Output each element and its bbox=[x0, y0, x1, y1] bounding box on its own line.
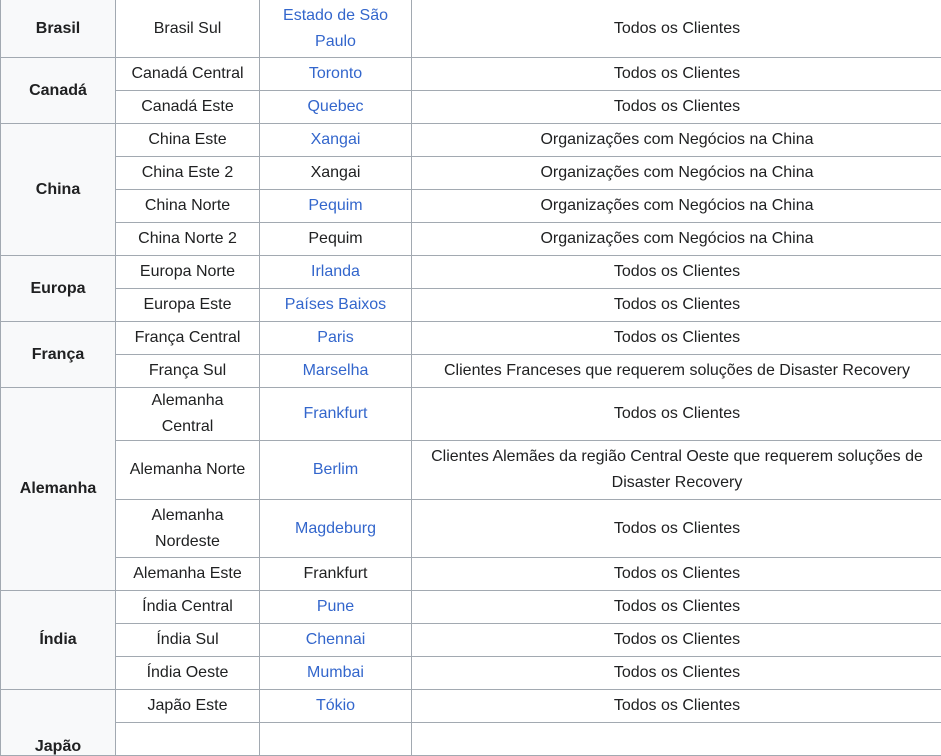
country-cell: Canadá bbox=[1, 58, 116, 124]
region-cell: Canadá Central bbox=[116, 58, 260, 91]
table-row bbox=[1, 723, 941, 756]
availability-cell: Todos os Clientes bbox=[412, 322, 941, 355]
availability-cell: Organizações com Negócios na China bbox=[412, 124, 941, 157]
table-row: Alemanha Norte Berlim Clientes Alemães d… bbox=[1, 441, 941, 500]
table-row: China Este 2 Xangai Organizações com Neg… bbox=[1, 157, 941, 190]
location-link[interactable]: Estado de São Paulo bbox=[260, 0, 412, 58]
country-cell: Índia bbox=[1, 591, 116, 690]
table-row: China Norte Pequim Organizações com Negó… bbox=[1, 190, 941, 223]
country-cell: Japão bbox=[1, 690, 116, 756]
location-cell bbox=[260, 723, 412, 756]
table-row: Europa Europa Norte Irlanda Todos os Cli… bbox=[1, 256, 941, 289]
availability-cell: Todos os Clientes bbox=[412, 558, 941, 591]
region-cell: Alemanha Central bbox=[116, 388, 260, 441]
location-link[interactable]: Chennai bbox=[260, 624, 412, 657]
availability-cell: Todos os Clientes bbox=[412, 657, 941, 690]
availability-cell: Organizações com Negócios na China bbox=[412, 157, 941, 190]
table-row: Europa Este Países Baixos Todos os Clien… bbox=[1, 289, 941, 322]
location-link[interactable]: Paris bbox=[260, 322, 412, 355]
location-link[interactable]: Xangai bbox=[260, 124, 412, 157]
country-cell: China bbox=[1, 124, 116, 256]
location-cell: Frankfurt bbox=[260, 558, 412, 591]
region-cell: China Este 2 bbox=[116, 157, 260, 190]
region-cell: China Norte 2 bbox=[116, 223, 260, 256]
availability-cell: Todos os Clientes bbox=[412, 624, 941, 657]
region-cell bbox=[116, 723, 260, 756]
regions-table: Brasil Brasil Sul Estado de São Paulo To… bbox=[0, 0, 941, 756]
region-cell: França Central bbox=[116, 322, 260, 355]
availability-cell: Todos os Clientes bbox=[412, 0, 941, 58]
availability-cell: Todos os Clientes bbox=[412, 690, 941, 723]
location-link[interactable]: Pune bbox=[260, 591, 412, 624]
table-row: França França Central Paris Todos os Cli… bbox=[1, 322, 941, 355]
availability-cell: Todos os Clientes bbox=[412, 58, 941, 91]
region-cell: Alemanha Nordeste bbox=[116, 500, 260, 558]
location-link[interactable]: Mumbai bbox=[260, 657, 412, 690]
location-link[interactable]: Pequim bbox=[260, 190, 412, 223]
availability-cell bbox=[412, 723, 941, 756]
availability-cell: Todos os Clientes bbox=[412, 388, 941, 441]
availability-cell: Todos os Clientes bbox=[412, 289, 941, 322]
location-link[interactable]: Tókio bbox=[260, 690, 412, 723]
region-cell: França Sul bbox=[116, 355, 260, 388]
availability-cell: Todos os Clientes bbox=[412, 591, 941, 624]
table-row: China Norte 2 Pequim Organizações com Ne… bbox=[1, 223, 941, 256]
availability-cell: Organizações com Negócios na China bbox=[412, 190, 941, 223]
location-link[interactable]: Irlanda bbox=[260, 256, 412, 289]
availability-cell: Clientes Alemães da região Central Oeste… bbox=[412, 441, 941, 500]
table-row: Canadá Este Quebec Todos os Clientes bbox=[1, 91, 941, 124]
table-row: China China Este Xangai Organizações com… bbox=[1, 124, 941, 157]
country-cell: França bbox=[1, 322, 116, 388]
location-link[interactable]: Marselha bbox=[260, 355, 412, 388]
region-cell: Índia Central bbox=[116, 591, 260, 624]
location-link[interactable]: Frankfurt bbox=[260, 388, 412, 441]
region-cell: Europa Este bbox=[116, 289, 260, 322]
location-link[interactable]: Toronto bbox=[260, 58, 412, 91]
region-cell: Europa Norte bbox=[116, 256, 260, 289]
table-row: Índia Sul Chennai Todos os Clientes bbox=[1, 624, 941, 657]
region-cell: Alemanha Norte bbox=[116, 441, 260, 500]
location-cell: Xangai bbox=[260, 157, 412, 190]
availability-cell: Todos os Clientes bbox=[412, 91, 941, 124]
region-cell: China Norte bbox=[116, 190, 260, 223]
availability-cell: Clientes Franceses que requerem soluções… bbox=[412, 355, 941, 388]
table-row: Índia Oeste Mumbai Todos os Clientes bbox=[1, 657, 941, 690]
location-link[interactable]: Países Baixos bbox=[260, 289, 412, 322]
table-row: Alemanha Alemanha Central Frankfurt Todo… bbox=[1, 388, 941, 441]
country-cell: Brasil bbox=[1, 0, 116, 58]
table-row: Brasil Brasil Sul Estado de São Paulo To… bbox=[1, 0, 941, 58]
location-link[interactable]: Berlim bbox=[260, 441, 412, 500]
region-cell: Índia Sul bbox=[116, 624, 260, 657]
availability-cell: Organizações com Negócios na China bbox=[412, 223, 941, 256]
table-row: Canadá Canadá Central Toronto Todos os C… bbox=[1, 58, 941, 91]
location-link[interactable]: Magdeburg bbox=[260, 500, 412, 558]
location-link[interactable]: Quebec bbox=[260, 91, 412, 124]
availability-cell: Todos os Clientes bbox=[412, 256, 941, 289]
region-cell: Canadá Este bbox=[116, 91, 260, 124]
table-row: França Sul Marselha Clientes Franceses q… bbox=[1, 355, 941, 388]
region-cell: Alemanha Este bbox=[116, 558, 260, 591]
table-row: Alemanha Nordeste Magdeburg Todos os Cli… bbox=[1, 500, 941, 558]
region-cell: Brasil Sul bbox=[116, 0, 260, 58]
availability-cell: Todos os Clientes bbox=[412, 500, 941, 558]
region-cell: China Este bbox=[116, 124, 260, 157]
table-row: Japão Japão Este Tókio Todos os Clientes bbox=[1, 690, 941, 723]
table-row: Alemanha Este Frankfurt Todos os Cliente… bbox=[1, 558, 941, 591]
region-cell: Índia Oeste bbox=[116, 657, 260, 690]
region-cell: Japão Este bbox=[116, 690, 260, 723]
country-cell: Europa bbox=[1, 256, 116, 322]
country-cell: Alemanha bbox=[1, 388, 116, 591]
table-row: Índia Índia Central Pune Todos os Client… bbox=[1, 591, 941, 624]
location-cell: Pequim bbox=[260, 223, 412, 256]
